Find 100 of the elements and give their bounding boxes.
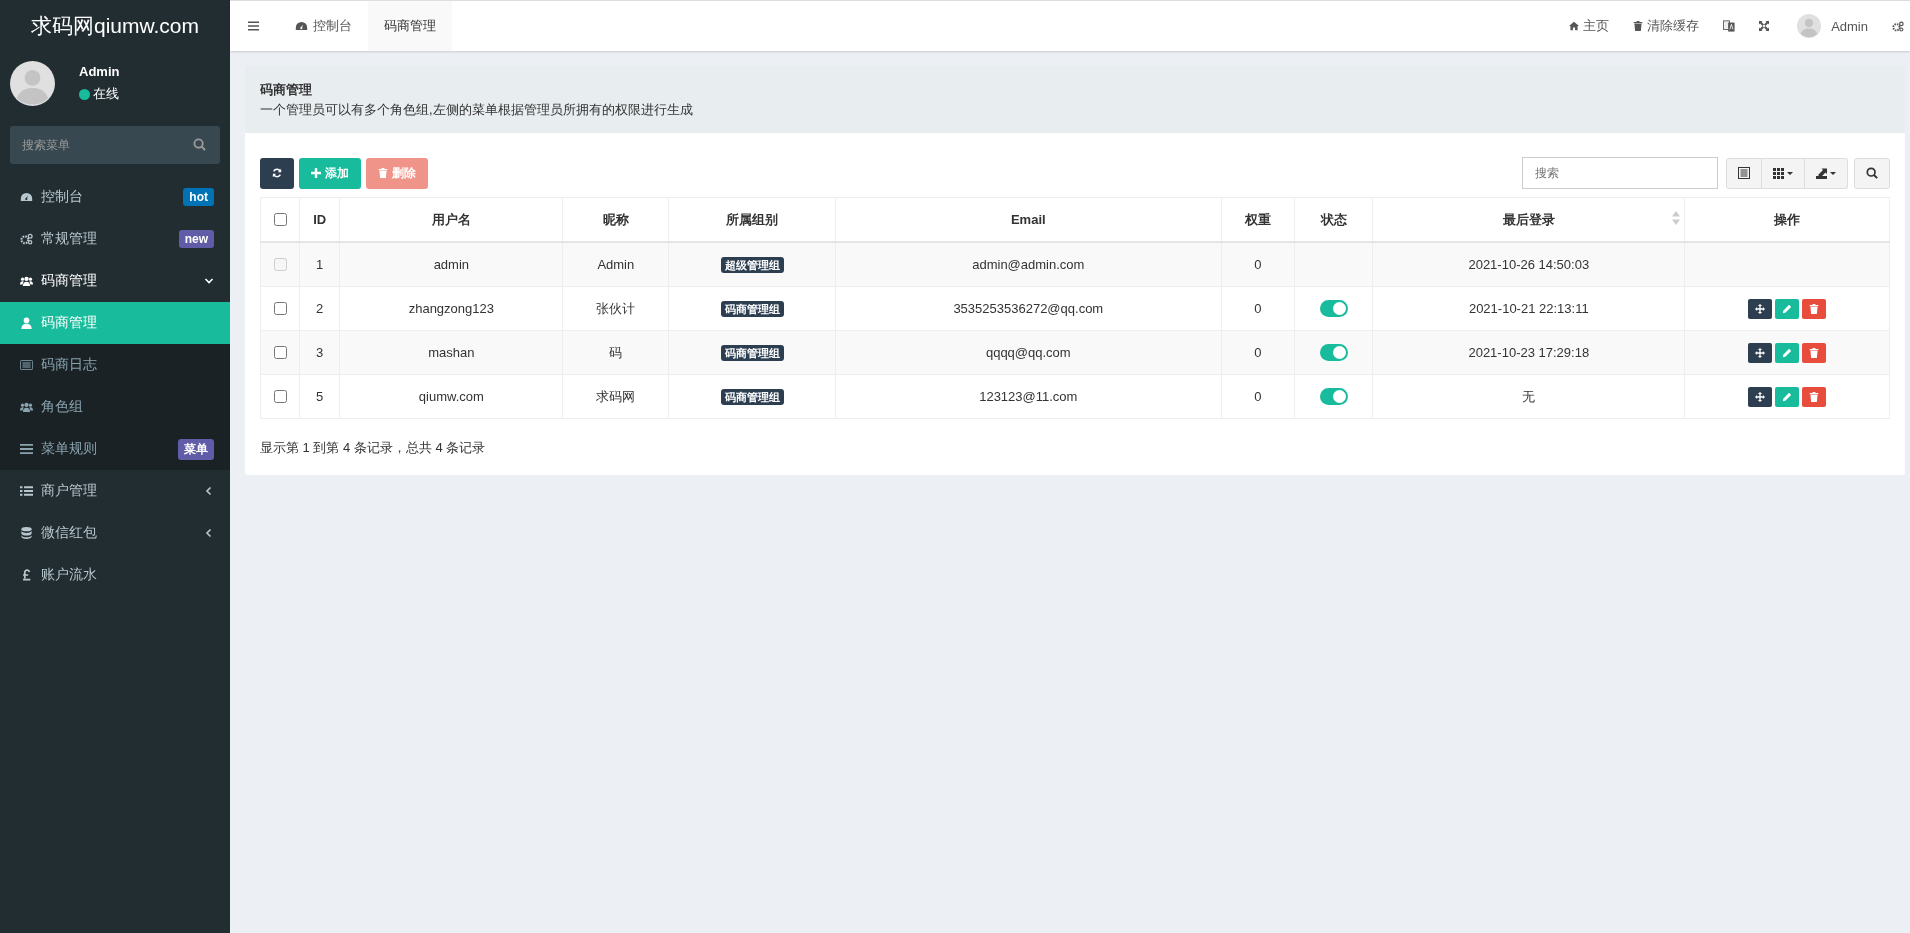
group-tag: 码商管理组 <box>720 344 784 361</box>
table-cell: 0 <box>1221 242 1295 287</box>
menu-badge: new <box>178 230 214 248</box>
delete-row-button[interactable] <box>1802 298 1827 319</box>
gauge-icon <box>295 21 308 31</box>
menu-search-field[interactable]: 搜索菜单 <box>10 126 220 164</box>
panel-title: 码商管理 <box>260 81 313 99</box>
table-cell: 码 <box>562 330 669 375</box>
select-all-checkbox[interactable] <box>274 213 287 226</box>
database-icon <box>20 527 33 539</box>
group-tag: 码商管理组 <box>720 388 784 405</box>
search-icon <box>1866 167 1878 179</box>
search-button[interactable] <box>1854 157 1890 189</box>
table-cell: admin <box>339 242 563 287</box>
translate-icon <box>1723 20 1736 32</box>
top-nav-link[interactable]: 主页 <box>1557 17 1622 35</box>
menu-item[interactable]: 微信红包 <box>0 512 230 554</box>
settings-icon[interactable] <box>1892 20 1904 32</box>
table-cell: 3535253536272@qq.com <box>835 286 1222 331</box>
nav-tab[interactable]: 控制台 <box>279 1 368 51</box>
logo-text[interactable]: 求码网qiumw.com <box>0 0 230 51</box>
columns-dropdown-button[interactable] <box>1762 157 1805 189</box>
export-icon <box>1816 167 1836 179</box>
submenu-item[interactable]: 角色组 <box>0 386 230 428</box>
chevron-left-icon <box>204 486 214 496</box>
menu-icon[interactable] <box>248 21 259 31</box>
table-cell: 2021-10-21 22:13:11 <box>1372 286 1685 331</box>
table-cell: 0 <box>1221 330 1295 375</box>
pencil-icon <box>1782 391 1793 402</box>
menu-badge: 菜单 <box>178 438 214 460</box>
pound-icon <box>20 569 33 581</box>
drag-button[interactable] <box>1748 298 1773 319</box>
plus-icon <box>311 168 321 178</box>
grid-icon <box>1773 167 1793 179</box>
gears-icon <box>20 233 33 245</box>
menu-item[interactable]: 常规管理 new <box>0 218 230 260</box>
table-cell: 1 <box>299 242 340 287</box>
submenu-item[interactable]: 菜单规则 菜单 <box>0 428 230 470</box>
menu-badge: hot <box>183 188 214 206</box>
account-name[interactable]: Admin <box>1831 18 1868 34</box>
submenu-item[interactable]: 码商日志 <box>0 344 230 386</box>
table-cell: qiumw.com <box>339 374 563 419</box>
user-icon <box>20 317 33 329</box>
group-tag: 码商管理组 <box>720 300 784 317</box>
table-cell: Admin <box>562 242 669 287</box>
table-cell: qqqq@qq.com <box>835 330 1222 375</box>
menu-item[interactable]: 控制台 hot <box>0 176 230 218</box>
table-cell: mashan <box>339 330 563 375</box>
list-icon <box>1738 167 1750 179</box>
move-icon <box>1755 347 1766 358</box>
menu-item[interactable]: 账户流水 <box>0 554 230 596</box>
pencil-icon <box>1782 347 1793 358</box>
chevron-down-icon <box>204 276 214 286</box>
table-cell: 0 <box>1221 374 1295 419</box>
row-checkbox[interactable] <box>274 346 287 359</box>
menu-item[interactable]: 码商管理 <box>0 260 230 302</box>
list-icon <box>20 359 33 371</box>
menu-item[interactable]: 商户管理 <box>0 470 230 512</box>
status-toggle[interactable] <box>1319 388 1348 406</box>
export-dropdown-button[interactable] <box>1805 157 1848 189</box>
row-checkbox[interactable] <box>274 302 287 315</box>
refresh-button[interactable] <box>260 157 294 189</box>
avatar-icon <box>1797 14 1822 38</box>
table-cell: 5 <box>299 374 340 419</box>
row-checkbox[interactable] <box>274 390 287 403</box>
nav-tab[interactable]: 码商管理 <box>368 1 452 51</box>
table-cell: 张伙计 <box>562 286 669 331</box>
trash-icon <box>1633 21 1644 31</box>
search-field[interactable]: 搜索 <box>1522 157 1718 189</box>
status-toggle[interactable] <box>1319 300 1348 318</box>
search-icon[interactable] <box>193 138 206 151</box>
chevron-left-icon <box>204 528 214 538</box>
trash-icon <box>1809 303 1820 314</box>
table-cell: 3 <box>299 330 340 375</box>
table-cell: 0 <box>1221 286 1295 331</box>
table-cell: 2021-10-26 14:50:03 <box>1372 242 1685 287</box>
panel-description: 一个管理员可以有多个角色组,左侧的菜单根据管理员所拥有的权限进行生成 <box>260 101 694 119</box>
status-toggle[interactable] <box>1319 344 1348 362</box>
trash-icon <box>378 168 388 178</box>
refresh-icon <box>272 168 282 178</box>
move-icon <box>1755 391 1766 402</box>
toggle-view-button[interactable] <box>1726 157 1762 189</box>
user-name: Admin <box>79 64 120 79</box>
table-cell: 求码网 <box>562 374 669 419</box>
delete-row-button[interactable] <box>1802 386 1827 407</box>
pagination-info: 显示第 1 到第 4 条记录，总共 4 条记录 <box>260 439 487 457</box>
table-cell: admin@admin.com <box>835 242 1222 287</box>
drag-button[interactable] <box>1748 342 1773 363</box>
table-cell: 2021-10-23 17:29:18 <box>1372 330 1685 375</box>
list-icon <box>20 485 33 497</box>
top-nav-link[interactable]: 清除缓存 <box>1621 17 1712 35</box>
user-status: 在线 <box>93 85 119 103</box>
trash-icon <box>1809 347 1820 358</box>
users-icon <box>20 275 33 287</box>
drag-button[interactable] <box>1748 386 1773 407</box>
delete-row-button[interactable] <box>1802 342 1827 363</box>
users-icon <box>20 401 33 413</box>
menu-icon <box>20 443 33 455</box>
table-cell: 无 <box>1372 374 1685 419</box>
home-icon <box>1569 21 1580 31</box>
